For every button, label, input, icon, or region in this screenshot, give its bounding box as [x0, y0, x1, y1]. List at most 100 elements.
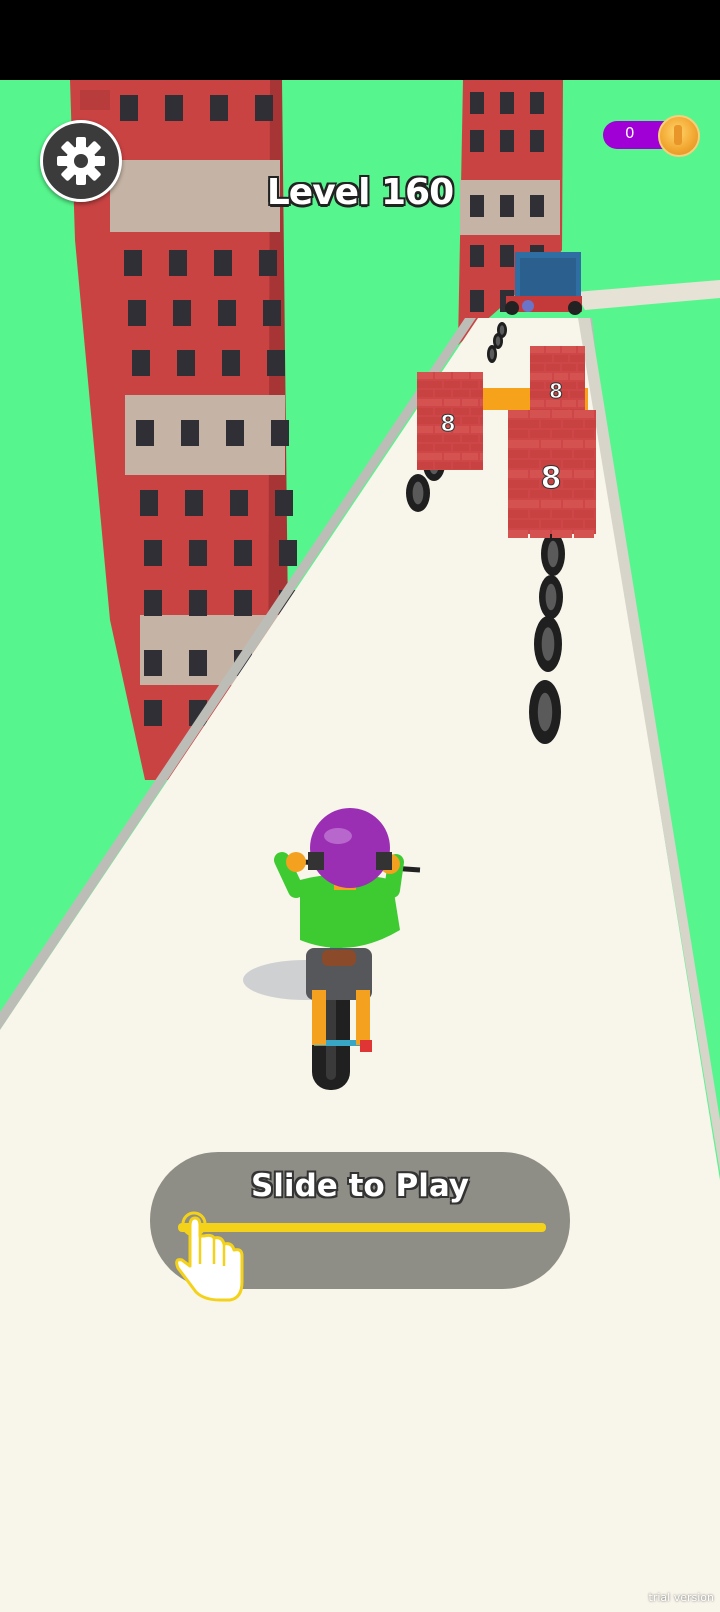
brick — [562, 346, 576, 353]
building-window — [144, 650, 162, 676]
building-window — [136, 420, 154, 446]
brick — [578, 382, 585, 389]
building-window — [271, 420, 289, 446]
brick — [444, 399, 460, 406]
brick — [435, 462, 451, 469]
brick — [546, 346, 560, 353]
brick — [530, 450, 550, 458]
tire-hub — [412, 481, 424, 505]
building-window — [185, 490, 203, 516]
building-window — [234, 540, 252, 566]
brick — [562, 364, 576, 371]
building-window — [210, 95, 228, 121]
brick — [530, 430, 550, 438]
brick — [480, 453, 483, 460]
brick — [508, 530, 528, 538]
game-scene: 8 8 8 — [0, 0, 720, 1612]
brick — [585, 500, 596, 508]
building-window — [500, 245, 514, 267]
brick — [519, 420, 539, 428]
building-window — [169, 250, 187, 276]
building-window — [530, 92, 544, 114]
brick — [444, 381, 460, 388]
building-window — [173, 300, 191, 326]
brick — [574, 510, 594, 518]
brick — [480, 399, 483, 406]
brick — [508, 450, 528, 458]
building-window — [128, 300, 146, 326]
brick — [417, 372, 433, 379]
status-bar — [0, 0, 720, 80]
brick — [563, 460, 583, 468]
building-window — [189, 650, 207, 676]
building-window — [259, 250, 277, 276]
brick — [563, 480, 583, 488]
brick — [417, 462, 433, 469]
brick — [570, 391, 584, 398]
brick — [585, 480, 596, 488]
building-window — [214, 250, 232, 276]
brick — [462, 417, 478, 424]
brick — [578, 346, 585, 353]
brick-wall-value: 8 — [440, 412, 455, 437]
brick — [546, 364, 560, 371]
brick — [462, 453, 478, 460]
brick — [578, 400, 585, 407]
tire-hub — [489, 348, 495, 360]
building-window — [218, 300, 236, 326]
brick — [462, 435, 478, 442]
building-window — [230, 490, 248, 516]
brick — [541, 520, 561, 528]
tire-hub — [545, 583, 557, 611]
tire-hub — [537, 692, 553, 732]
building-window — [470, 130, 484, 152]
brick — [574, 490, 594, 498]
building-window — [144, 540, 162, 566]
tire-hub — [541, 627, 555, 661]
brick — [435, 390, 451, 397]
brick — [552, 450, 572, 458]
brick — [552, 430, 572, 438]
coin-icon — [658, 115, 700, 157]
brick — [530, 382, 544, 389]
brick — [541, 500, 561, 508]
brick — [480, 435, 483, 442]
building-window — [144, 700, 162, 726]
building-window — [177, 350, 195, 376]
brick — [519, 460, 539, 468]
tire-hub — [547, 540, 559, 568]
brick — [417, 390, 433, 397]
building-window — [267, 350, 285, 376]
level-label: Level 160 — [266, 172, 454, 213]
tire-hub — [495, 336, 501, 346]
brick — [417, 408, 433, 415]
building-window — [140, 490, 158, 516]
brick — [435, 372, 451, 379]
brick-wall-left: 8 — [417, 372, 483, 470]
brick — [453, 444, 469, 451]
brick — [538, 355, 552, 362]
brick — [574, 430, 594, 438]
slide-to-play-slider[interactable]: Slide to Play — [150, 1152, 570, 1302]
building-window — [234, 590, 252, 616]
brick-wall-right-near: 8 — [508, 410, 596, 538]
brick — [417, 426, 433, 433]
brick — [574, 530, 594, 538]
slider-label: Slide to Play — [250, 1168, 469, 1204]
brick — [471, 372, 483, 379]
brick — [508, 410, 528, 418]
building-window — [226, 420, 244, 446]
brick — [453, 372, 469, 379]
brick — [530, 410, 550, 418]
building-window — [263, 300, 281, 326]
brick — [563, 500, 583, 508]
brick — [471, 444, 483, 451]
brick — [585, 440, 596, 448]
distant-truck — [505, 252, 582, 315]
building-window — [470, 290, 484, 312]
building-window — [500, 92, 514, 114]
brick — [453, 390, 469, 397]
building-window — [255, 95, 273, 121]
brick-wall-right-far: 8 — [530, 346, 585, 418]
brick — [426, 381, 442, 388]
